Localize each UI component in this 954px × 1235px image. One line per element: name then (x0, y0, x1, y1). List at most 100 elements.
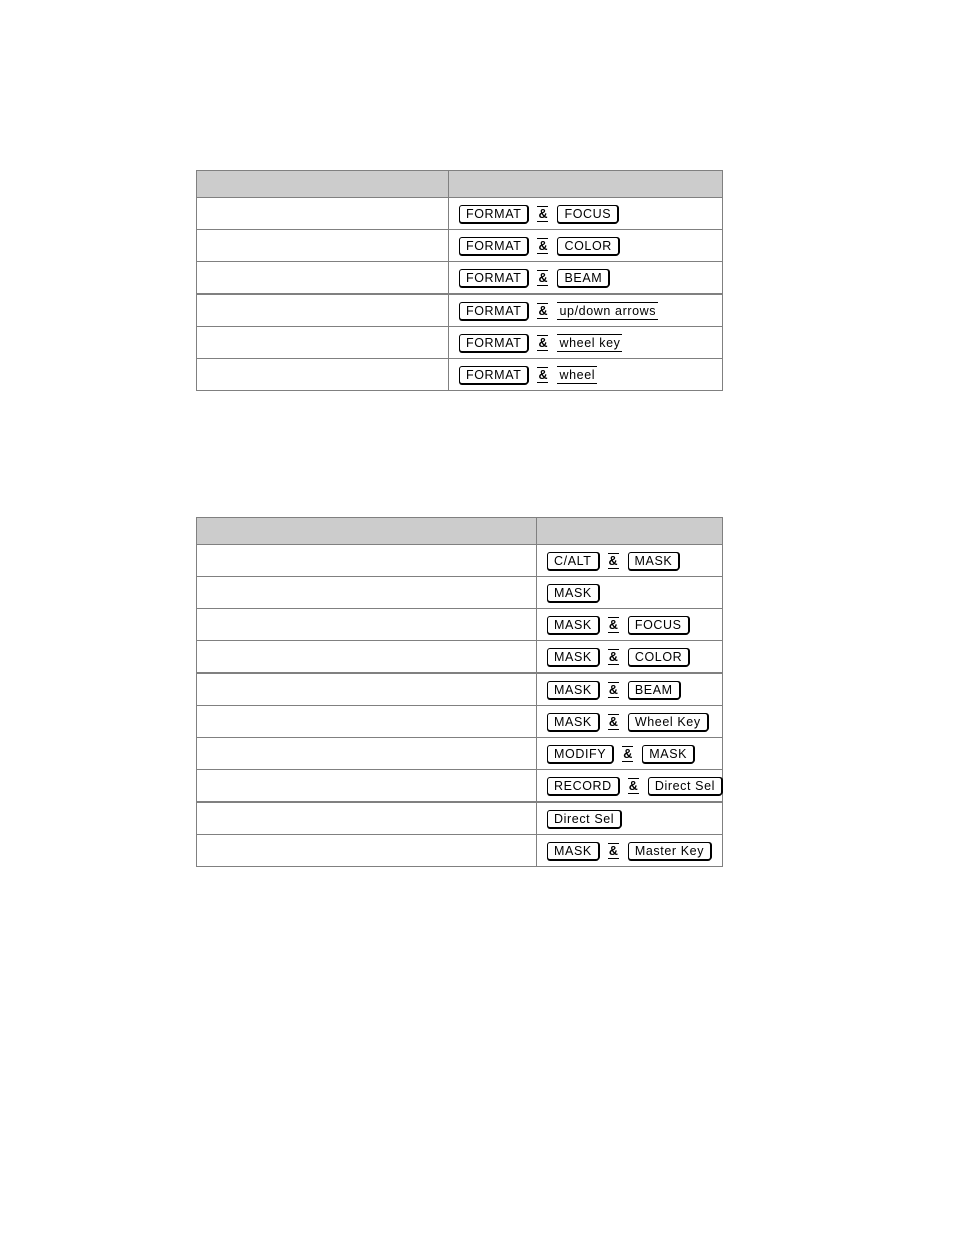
key-combination: FORMAT & wheel key (459, 327, 722, 358)
description-cell (196, 705, 537, 738)
key-combination: MASK & Master Key (547, 835, 722, 866)
key-combination: FORMAT & up/down arrows (459, 295, 722, 326)
table-row: MASK (196, 576, 723, 609)
key-combination-cell: FORMAT & wheel (448, 358, 723, 391)
key-text: wheel key (557, 333, 623, 352)
description-cell (196, 737, 537, 770)
key-cap: FORMAT (459, 333, 529, 352)
key-cap: MASK (627, 551, 680, 570)
key-cap: Master Key (627, 841, 712, 860)
key-combination: RECORD & Direct Sel (547, 770, 722, 801)
key-combination-cell: FORMAT & COLOR (448, 229, 723, 262)
key-cap: BEAM (627, 680, 680, 699)
key-combination-cell: Direct Sel (536, 801, 723, 835)
key-cap: MASK (642, 744, 695, 763)
ampersand-separator: & (537, 366, 549, 383)
table-row: FORMAT & BEAM (196, 261, 723, 295)
description-cell (196, 358, 449, 391)
table-row: MASK & Wheel Key (196, 705, 723, 738)
key-cap: MASK (547, 712, 599, 731)
table-header-cell-2 (536, 517, 723, 545)
mask-key-combinations-table: C/ALT & MASK MASK MASK & FOCUS MASK & COLOR MASK & B… (196, 517, 723, 867)
key-combination-cell: MASK & Wheel Key (536, 705, 723, 738)
key-cap: Wheel Key (627, 712, 708, 731)
table-row: C/ALT & MASK (196, 544, 723, 577)
description-cell (196, 608, 537, 641)
key-cap: MASK (547, 583, 599, 602)
key-combination-cell: MASK (536, 576, 723, 609)
table-row: MASK & COLOR (196, 640, 723, 674)
format-key-combinations-table: FORMAT & FOCUS FORMAT & COLOR FORMAT & BEAM FORMA… (196, 170, 723, 391)
table-body-0: FORMAT & FOCUS FORMAT & COLOR FORMAT & BEAM FORMA… (196, 170, 723, 391)
table-row: FORMAT & wheel (196, 358, 723, 391)
key-combination: MASK & FOCUS (547, 609, 722, 640)
description-cell (196, 326, 449, 359)
ampersand-separator: & (607, 648, 619, 665)
document-page: FORMAT & FOCUS FORMAT & COLOR FORMAT & BEAM FORMA… (0, 0, 954, 1235)
key-cap: FORMAT (459, 204, 529, 223)
table-row: RECORD & Direct Sel (196, 769, 723, 803)
key-cap: FORMAT (459, 365, 529, 384)
ampersand-separator: & (537, 237, 549, 254)
key-combination-cell: MASK & BEAM (536, 672, 723, 706)
description-cell (196, 293, 449, 327)
description-cell (196, 640, 537, 674)
description-cell (196, 834, 537, 867)
key-cap: FORMAT (459, 268, 529, 287)
key-combination: MASK & Wheel Key (547, 706, 722, 737)
table-row: FORMAT & wheel key (196, 326, 723, 359)
table-row: MASK & Master Key (196, 834, 723, 867)
table-row: FORMAT & up/down arrows (196, 293, 723, 327)
ampersand-separator: & (607, 713, 619, 730)
ampersand-separator: & (537, 205, 549, 222)
table-header-row (196, 170, 723, 198)
description-cell (196, 672, 537, 706)
ampersand-separator: & (607, 616, 619, 633)
key-cap: MASK (547, 647, 599, 666)
key-combination: FORMAT & BEAM (459, 262, 722, 293)
key-combination-cell: FORMAT & FOCUS (448, 197, 723, 230)
table-row: FORMAT & FOCUS (196, 197, 723, 230)
key-cap: RECORD (547, 776, 619, 795)
key-cap: MASK (547, 680, 599, 699)
key-combination-cell: FORMAT & BEAM (448, 261, 723, 295)
ampersand-separator: & (607, 552, 619, 569)
key-combination: FORMAT & COLOR (459, 230, 722, 261)
table-row: FORMAT & COLOR (196, 229, 723, 262)
key-cap: COLOR (557, 236, 619, 255)
description-cell (196, 576, 537, 609)
ampersand-separator: & (627, 777, 639, 794)
table-row: Direct Sel (196, 801, 723, 835)
key-cap: FORMAT (459, 301, 529, 320)
key-combination: MASK & COLOR (547, 641, 722, 672)
description-cell (196, 229, 449, 262)
ampersand-separator: & (622, 745, 634, 762)
key-combination-cell: FORMAT & wheel key (448, 326, 723, 359)
table-row: MASK & BEAM (196, 672, 723, 706)
ampersand-separator: & (607, 842, 619, 859)
key-cap: Direct Sel (647, 776, 722, 795)
key-cap: MASK (547, 841, 599, 860)
description-cell (196, 544, 537, 577)
description-cell (196, 769, 537, 803)
key-combination-cell: RECORD & Direct Sel (536, 769, 723, 803)
key-cap: COLOR (627, 647, 690, 666)
description-cell (196, 197, 449, 230)
key-cap: BEAM (557, 268, 610, 287)
key-combination: MASK & BEAM (547, 674, 722, 705)
table-row: MASK & FOCUS (196, 608, 723, 641)
ampersand-separator: & (537, 269, 549, 286)
key-combination: MASK (547, 577, 722, 608)
key-combination: C/ALT & MASK (547, 545, 722, 576)
table-header-cell-2 (448, 170, 723, 198)
key-text: up/down arrows (557, 301, 659, 320)
key-cap: FOCUS (627, 615, 689, 634)
ampersand-separator: & (607, 681, 619, 698)
key-cap: C/ALT (547, 551, 599, 570)
key-combination: FORMAT & FOCUS (459, 198, 722, 229)
table-header-cell-1 (196, 517, 537, 545)
key-combination-cell: MASK & FOCUS (536, 608, 723, 641)
key-combination-cell: FORMAT & up/down arrows (448, 293, 723, 327)
table-row: MODIFY & MASK (196, 737, 723, 770)
key-combination-cell: MASK & Master Key (536, 834, 723, 867)
